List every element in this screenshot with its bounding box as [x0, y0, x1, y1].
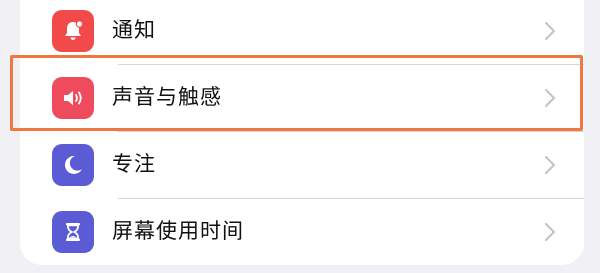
chevron-right-icon [544, 222, 556, 242]
hourglass-icon [66, 223, 80, 241]
settings-row-screen-time[interactable]: 屏幕使用时间 [20, 198, 584, 265]
settings-screen: 通知 声音与触感 专注 屏幕使用时间 [0, 0, 600, 273]
sounds-icon-box [52, 77, 94, 119]
focus-icon-box [52, 144, 94, 186]
bell-badge-icon [65, 20, 84, 40]
chevron-right-icon [544, 21, 556, 41]
chevron-right-icon [544, 155, 556, 175]
settings-row-label: 声音与触感 [112, 85, 222, 109]
chevron-right-icon [544, 88, 556, 108]
speaker-wave-icon [64, 91, 82, 105]
settings-row-focus[interactable]: 专注 [20, 131, 584, 198]
settings-group: 通知 声音与触感 专注 屏幕使用时间 [20, 0, 584, 265]
screen-time-icon-box [52, 211, 94, 253]
settings-row-label: 专注 [112, 152, 156, 176]
crescent-moon-icon [64, 155, 82, 174]
notifications-icon-box [52, 10, 94, 52]
settings-row-sounds-haptics[interactable]: 声音与触感 [20, 64, 584, 131]
settings-row-label: 屏幕使用时间 [112, 219, 244, 243]
settings-row-notifications[interactable]: 通知 [20, 0, 584, 64]
settings-row-label: 通知 [112, 18, 156, 42]
